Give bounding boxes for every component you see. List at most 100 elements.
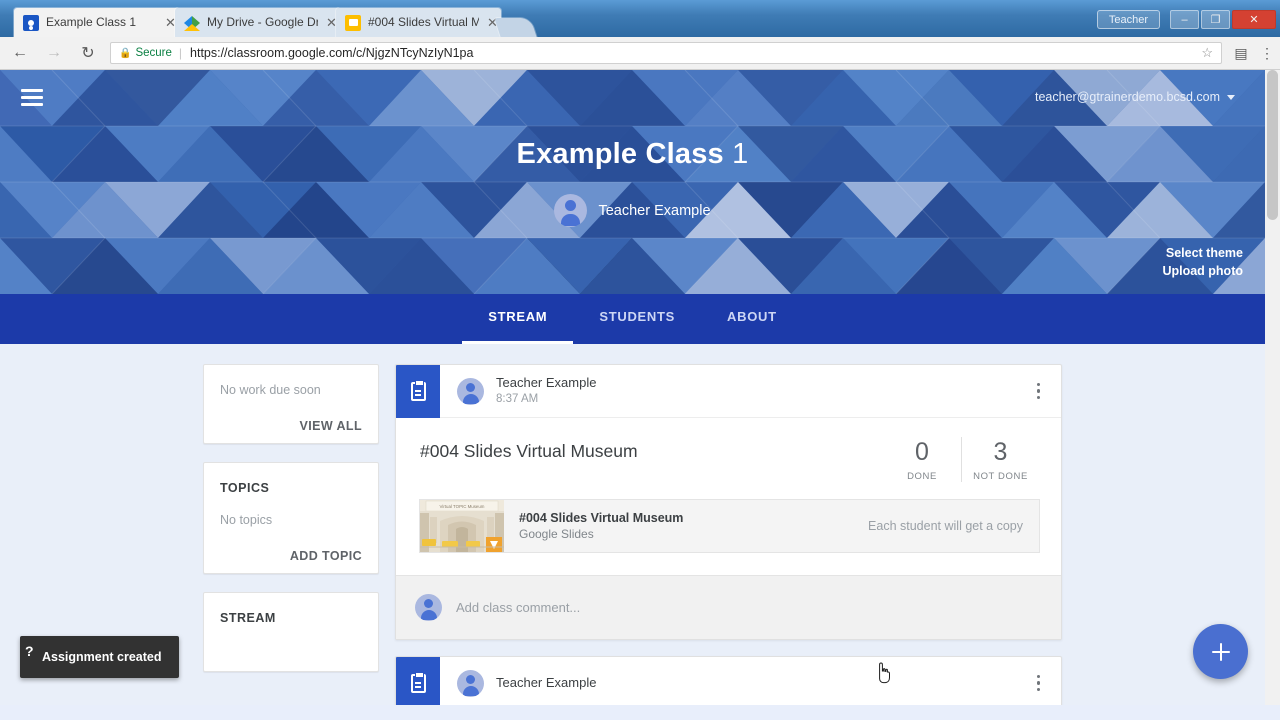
select-theme-button[interactable]: Select theme [1162,244,1243,262]
address-divider: | [178,46,183,60]
add-comment-bar[interactable]: Add class comment... [396,575,1061,639]
slides-favicon-icon [345,14,361,31]
post-body: #004 Slides Virtual Museum 0 DONE 3 NOT … [396,418,1061,482]
upload-photo-button[interactable]: Upload photo [1162,262,1243,280]
tab-close-icon[interactable]: ✕ [157,15,176,31]
page-scrollbar[interactable] [1265,70,1280,705]
drive-favicon-icon [184,15,200,31]
post-meta: Teacher Example 8:37 AM [496,375,596,407]
stream-column: Teacher Example 8:37 AM #004 Slides Virt… [395,364,1062,705]
address-url: https://classroom.google.com/c/NjgzNTcyN… [190,46,474,60]
attachment-note: Each student will get a copy [868,519,1023,533]
tab-students[interactable]: STUDENTS [573,294,701,344]
post-header: Teacher Example 8:37 AM [396,365,1061,418]
classroom-page: teacher@gtrainerdemo.bcsd.com Example Cl… [0,70,1280,705]
avatar [457,377,484,405]
content-area: No work due soon VIEW ALL TOPICS No topi… [0,344,1265,705]
no-work-text: No work due soon [220,383,321,397]
count-done[interactable]: 0 DONE [883,437,961,482]
teacher-name: Teacher Example [598,202,711,219]
upcoming-work-card: No work due soon VIEW ALL [203,364,379,444]
tab-close-icon[interactable]: ✕ [479,15,498,31]
toast-notification: Assignment created [20,636,180,678]
tab-about[interactable]: ABOUT [701,294,803,344]
minimize-button[interactable]: – [1170,10,1199,29]
stream-card: STREAM [203,592,379,672]
account-email: teacher@gtrainerdemo.bcsd.com [1035,90,1220,104]
browser-tab-title: My Drive - Google Drive [207,15,318,29]
view-all-button[interactable]: VIEW ALL [220,419,362,433]
attachment-card[interactable]: Virtual TOPIC Museum #004 Slides Virtual… [419,499,1040,553]
count-not-done[interactable]: 3 NOT DONE [961,437,1039,482]
tab-stream[interactable]: STREAM [462,294,574,344]
post-time: 8:37 AM [496,393,539,405]
toast-message: Assignment created [42,650,162,664]
lock-icon: 🔒 [119,47,132,59]
browser-tab-title: #004 Slides Virtual Muse [368,15,479,29]
help-cursor-icon: ? [25,643,34,659]
attachment-type: Google Slides [519,526,594,541]
secure-label: Secure [135,47,172,59]
browser-tab-0[interactable]: Example Class 1 ✕ [14,8,179,37]
assignment-icon [396,365,440,418]
extension-icon[interactable]: ▤ [1228,40,1254,66]
stream-heading: STREAM [220,611,276,625]
count-done-value: 0 [915,438,929,466]
back-icon[interactable]: ← [6,39,34,67]
count-not-done-value: 3 [993,438,1008,466]
svg-text:Virtual TOPIC Museum: Virtual TOPIC Museum [440,504,485,509]
address-bar[interactable]: 🔒 Secure | https://classroom.google.com/… [110,42,1222,64]
stream-post: Teacher Example 8:37 AM #004 Slides Virt… [395,364,1062,640]
mouse-cursor-icon [879,662,890,684]
comment-placeholder: Add class comment... [456,600,581,615]
attachment-thumbnail: Virtual TOPIC Museum [420,500,504,552]
browser-tab-1[interactable]: My Drive - Google Drive ✕ [175,8,340,37]
post-header: Teacher Example [396,657,1061,705]
attachment-info: #004 Slides Virtual Museum Google Slides [504,510,683,543]
maximize-button[interactable]: ❐ [1201,10,1230,29]
create-button[interactable] [1193,624,1248,679]
museum-thumbnail-image: Virtual TOPIC Museum [420,500,504,552]
browser-menu-icon[interactable]: ⋮ [1254,40,1280,66]
post-author: Teacher Example [496,675,597,690]
count-done-label: DONE [907,471,937,482]
class-banner: teacher@gtrainerdemo.bcsd.com Example Cl… [0,70,1265,294]
close-window-button[interactable]: ✕ [1232,10,1276,29]
bookmark-star-icon[interactable]: ☆ [1201,45,1213,61]
profile-chip-button[interactable]: Teacher [1096,10,1160,29]
browser-tab-2[interactable]: #004 Slides Virtual Muse ✕ [336,8,501,37]
avatar [554,194,588,227]
no-topics-text: No topics [220,513,273,527]
sidebar: No work due soon VIEW ALL TOPICS No topi… [203,364,379,705]
scrollbar-thumb[interactable] [1267,70,1278,220]
avatar [457,669,484,697]
post-meta: Teacher Example [496,675,596,691]
stream-post: Teacher Example [395,656,1062,705]
teacher-row: Teacher Example [0,194,1265,227]
count-not-done-label: NOT DONE [973,471,1028,482]
add-topic-button[interactable]: ADD TOPIC [220,549,362,563]
window-title-bar: Example Class 1 ✕ My Drive - Google Driv… [0,0,1280,40]
page-title: Example Class 1 [0,138,1265,171]
class-section: 1 [732,138,749,170]
classroom-favicon-icon [23,14,39,31]
post-author: Teacher Example [496,375,597,390]
browser-tab-title: Example Class 1 [46,15,137,29]
forward-icon[interactable]: → [40,39,68,67]
kebab-menu-icon[interactable] [1036,380,1040,403]
attachment-name: #004 Slides Virtual Museum [519,510,684,525]
class-tab-bar: STREAM STUDENTS ABOUT [0,294,1265,344]
kebab-menu-icon[interactable] [1036,672,1040,695]
assignment-icon [396,657,440,705]
class-name: Example Class [516,138,724,170]
turn-in-counts: 0 DONE 3 NOT DONE [883,437,1061,482]
window-controls: Teacher – ❐ ✕ [1096,10,1276,29]
browser-toolbar: ← → ↻ 🔒 Secure | https://classroom.googl… [0,37,1280,70]
topics-heading: TOPICS [220,481,270,495]
tab-close-icon[interactable]: ✕ [318,15,337,31]
chevron-down-icon [1227,94,1235,100]
account-menu[interactable]: teacher@gtrainerdemo.bcsd.com [1035,90,1235,104]
post-title: #004 Slides Virtual Museum [420,441,638,461]
reload-icon[interactable]: ↻ [74,39,102,67]
hamburger-icon[interactable] [21,89,43,106]
